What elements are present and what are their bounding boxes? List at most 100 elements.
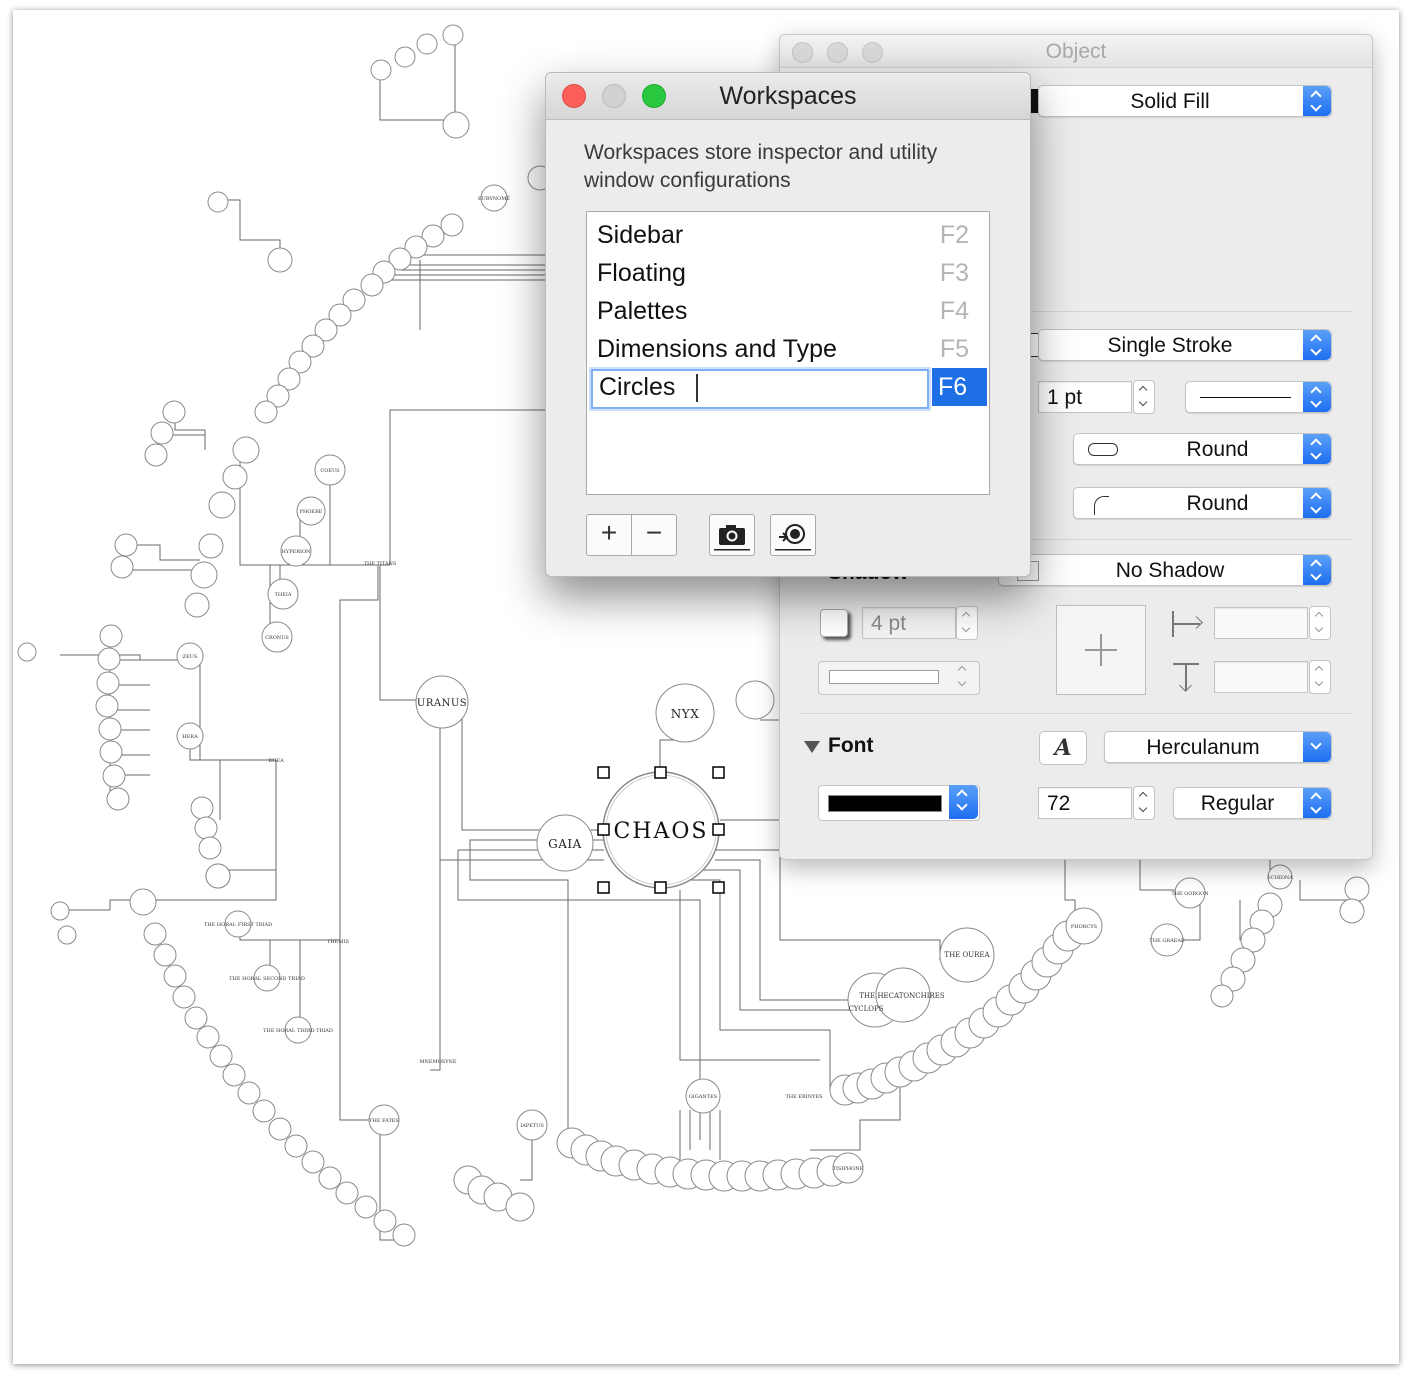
text-cursor-icon <box>696 374 698 402</box>
svg-text:THE HECATONCHIRES: THE HECATONCHIRES <box>859 992 944 1000</box>
font-family-popup[interactable]: Herculanum <box>1104 731 1332 763</box>
chevron-updown-icon <box>1303 382 1331 412</box>
selection-handle[interactable] <box>597 766 610 779</box>
font-family-label: Herculanum <box>1146 736 1260 759</box>
shadow-blur-stepper[interactable] <box>956 606 978 640</box>
svg-text:THE FATES: THE FATES <box>369 1118 399 1124</box>
font-size-value: 72 <box>1047 792 1071 815</box>
workspaces-description: Workspaces store inspector and utility w… <box>584 141 938 192</box>
stroke-width-value: 1 pt <box>1047 386 1083 409</box>
chevron-updown-icon <box>953 661 973 693</box>
svg-text:IAPETUS: IAPETUS <box>520 1123 544 1129</box>
svg-text:PHOEBE: PHOEBE <box>300 509 323 515</box>
shadow-preview-icon <box>829 670 939 684</box>
list-item-selected[interactable]: Circles F6 <box>587 368 989 409</box>
list-item[interactable]: Palettes F4 <box>587 292 989 330</box>
stroke-width-field[interactable]: 1 pt <box>1038 381 1132 413</box>
svg-text:THE ERINYES: THE ERINYES <box>785 1094 823 1100</box>
svg-text:THEMIS: THEMIS <box>327 939 349 945</box>
workspace-shortcut-selected[interactable]: F6 <box>932 368 987 406</box>
stroke-width-stepper[interactable] <box>1133 380 1155 414</box>
shadow-blur-value: 4 pt <box>871 612 907 635</box>
list-item[interactable]: Floating F3 <box>587 254 989 292</box>
workspace-shortcut: F3 <box>939 259 969 287</box>
svg-text:HERA: HERA <box>182 734 198 740</box>
workspace-name-edit-field[interactable]: Circles <box>591 369 929 409</box>
svg-text:ECHIDNA: ECHIDNA <box>1267 875 1293 881</box>
nyx-label: NYX <box>671 707 699 721</box>
svg-text:TISIPHONE: TISIPHONE <box>833 1166 864 1172</box>
save-snapshot-button[interactable] <box>709 514 755 556</box>
stroke-type-label: Single Stroke <box>1107 334 1233 357</box>
disclosure-triangle-icon[interactable] <box>804 741 820 753</box>
svg-text:THE GRAEAE: THE GRAEAE <box>1149 938 1185 944</box>
svg-text:THE HORAI: THIRD TRIAD: THE HORAI: THIRD TRIAD <box>263 1028 333 1034</box>
shadow-type-popup[interactable]: No Shadow <box>998 554 1332 586</box>
fill-type-label: Solid Fill <box>1130 90 1210 113</box>
font-style-label: Regular <box>1200 792 1275 815</box>
chevron-down-icon <box>1303 732 1331 762</box>
font-style-popup[interactable]: Regular <box>1173 787 1332 819</box>
line-cap-label: Round <box>1186 438 1249 461</box>
workspace-name: Sidebar <box>597 221 684 249</box>
selection-handle[interactable] <box>597 823 610 836</box>
stroke-pattern-popup[interactable] <box>1185 381 1332 413</box>
chevron-updown-icon <box>1303 788 1331 818</box>
list-item[interactable]: Dimensions and Type F5 <box>587 330 989 368</box>
add-workspace-button[interactable]: + <box>586 514 632 556</box>
chaos-node[interactable]: CHAOS <box>597 766 725 894</box>
chevron-updown-icon <box>1303 555 1331 585</box>
shadow-type-label: No Shadow <box>1115 559 1225 582</box>
svg-text:EURYNOMÊ: EURYNOMÊ <box>478 194 510 202</box>
line-join-popup[interactable]: Round <box>1073 487 1332 519</box>
vertical-offset-stepper[interactable] <box>1309 660 1331 694</box>
svg-text:PHORCYS: PHORCYS <box>1071 924 1098 930</box>
selection-handle[interactable] <box>712 881 725 894</box>
restore-workspace-button[interactable] <box>770 514 816 556</box>
svg-text:THE HORAI: SECOND TRIAD: THE HORAI: SECOND TRIAD <box>229 976 305 982</box>
inspector-title: Object <box>1045 40 1107 63</box>
svg-text:MNEMOSYNE: MNEMOSYNE <box>419 1059 456 1065</box>
selection-handle[interactable] <box>597 881 610 894</box>
solid-line-icon <box>1200 397 1291 398</box>
selection-handle[interactable] <box>712 766 725 779</box>
workspace-name: Palettes <box>597 297 688 325</box>
horizontal-offset-stepper[interactable] <box>1309 606 1331 640</box>
list-item[interactable]: Sidebar F2 <box>587 216 989 254</box>
selection-handle[interactable] <box>654 881 667 894</box>
font-size-stepper[interactable] <box>1133 786 1155 820</box>
horizontal-offset-field[interactable] <box>1214 607 1308 639</box>
svg-text:THEIA: THEIA <box>275 592 292 598</box>
inspector-titlebar[interactable]: Object <box>780 35 1372 68</box>
vertical-offset-field[interactable] <box>1214 661 1308 693</box>
shadow-blur-field[interactable]: 4 pt <box>862 607 956 639</box>
remove-workspace-button[interactable]: − <box>631 514 677 556</box>
workspace-name: Dimensions and Type <box>597 335 837 363</box>
chevron-updown-icon <box>1303 330 1331 360</box>
shadow-color-swatch[interactable] <box>820 609 848 637</box>
chevron-updown-icon <box>1303 488 1331 518</box>
svg-text:THE TITANS: THE TITANS <box>364 561 397 567</box>
selection-handle[interactable] <box>712 823 725 836</box>
font-color-swatch <box>828 795 942 812</box>
svg-text:COEUS: COEUS <box>320 468 340 474</box>
selection-handle[interactable] <box>654 766 667 779</box>
line-cap-popup[interactable]: Round <box>1073 433 1332 465</box>
font-panel-icon[interactable]: A <box>1039 731 1087 765</box>
svg-text:ZEUS: ZEUS <box>183 654 198 660</box>
shadow-offset-pad[interactable] <box>1056 605 1146 695</box>
plus-icon: + <box>600 517 618 548</box>
font-size-field[interactable]: 72 <box>1038 787 1132 819</box>
workspace-shortcut: F5 <box>939 335 969 363</box>
svg-text:CYCLOPS: CYCLOPS <box>848 1005 883 1013</box>
workspaces-list[interactable]: Sidebar F2 Floating F3 Palettes F4 Dimen… <box>586 211 990 495</box>
font-color-well[interactable] <box>818 785 980 821</box>
workspaces-window[interactable]: Workspaces Workspaces store inspector an… <box>545 72 1031 577</box>
stroke-type-popup[interactable]: Single Stroke <box>1038 329 1332 361</box>
shadow-style-popup[interactable] <box>818 661 980 695</box>
workspaces-titlebar[interactable]: Workspaces <box>546 73 1030 120</box>
fill-type-popup[interactable]: Solid Fill <box>1038 85 1332 117</box>
chaos-label: CHAOS <box>613 819 708 844</box>
workspace-shortcut: F2 <box>939 221 969 249</box>
round-cap-icon <box>1088 443 1118 456</box>
